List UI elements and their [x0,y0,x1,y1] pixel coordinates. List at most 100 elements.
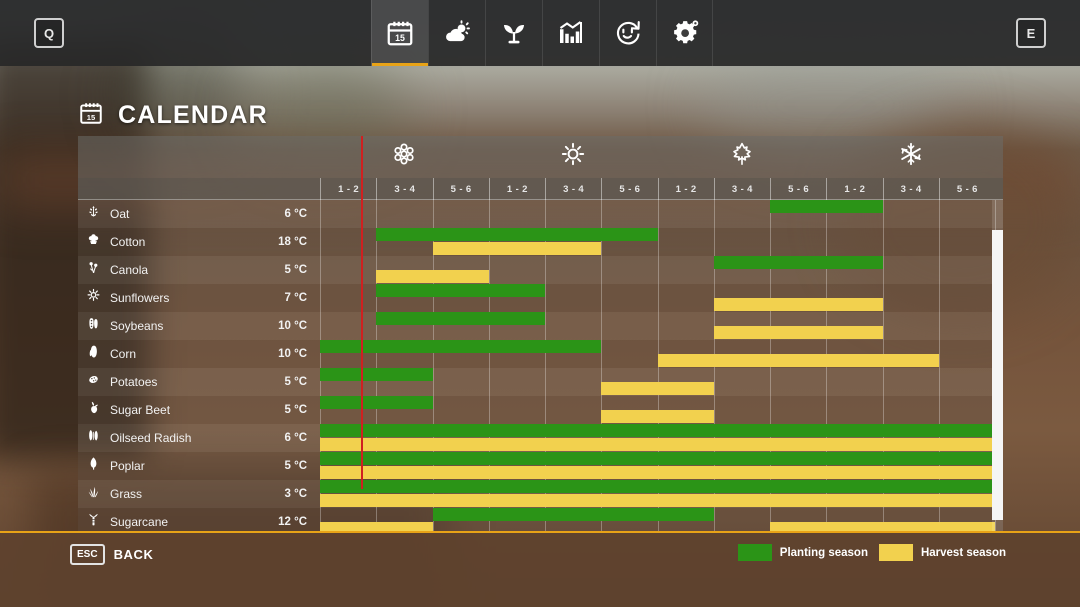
season-track [320,312,996,340]
season-track [320,256,996,284]
crop-min-temperature: 5 °C [284,264,308,276]
table-row[interactable]: Canola 5 °C [78,256,1003,284]
table-row[interactable]: Cotton 18 °C [78,228,1003,256]
tab-calendar[interactable]: 15 [371,0,428,66]
legend-swatch-harvest [878,544,913,561]
bar-chart-icon [556,18,586,48]
harvest-season-bar [713,326,883,339]
crop-min-temperature: 3 °C [284,488,308,500]
season-track [320,368,996,396]
back-button[interactable]: ESC BACK [70,544,154,565]
grid-line [545,284,546,312]
animal-cycle-icon [613,18,643,48]
grid-line [882,368,884,396]
table-row[interactable]: Sunflowers 7 °C [78,284,1003,312]
season-track [320,284,996,312]
crop-min-temperature: 18 °C [278,236,307,248]
planting-season-bar [320,368,433,381]
page-title: CALENDAR [118,101,268,129]
planting-season-bar [320,396,433,409]
grid-line [882,256,884,284]
season-track [320,340,996,368]
grid-line [882,284,884,312]
season-track [320,424,996,452]
grid-line [488,200,490,228]
tab-weather[interactable] [428,0,485,66]
table-row[interactable]: Sugarcane 12 °C [78,508,1003,531]
maple-leaf-icon [729,141,755,172]
table-row[interactable]: Grass 3 °C [78,480,1003,508]
oat-icon [86,204,101,224]
flower-icon [391,141,417,172]
grid-line [938,228,940,256]
gear-icon [670,18,700,48]
crop-name: Soybeans [110,319,164,333]
prev-tab-key-q[interactable]: Q [34,18,64,48]
game-screen: Q E 15 15 CALENDAR 1 - 2 3 - 4 5 - 6 1 -… [0,0,1080,607]
season-track [320,480,996,508]
harvest-season-bar [601,410,714,423]
crop-min-temperature: 5 °C [284,460,308,472]
harvest-season-bar [320,494,995,507]
crop-min-temperature: 10 °C [278,348,307,360]
grid-line [376,200,378,228]
tab-settings[interactable] [656,0,713,66]
cotton-icon [86,232,101,252]
grid-line [713,200,715,228]
period-label: 1 - 2 [826,178,882,200]
table-row[interactable]: Oat 6 °C [78,200,1003,228]
grid-line [826,368,828,396]
crop-name: Oat [110,207,130,221]
planting-season-bar [713,256,883,269]
grid-line [601,284,603,312]
table-row[interactable]: Potatoes 5 °C [78,368,1003,396]
table-row[interactable]: Oilseed Radish 6 °C [78,424,1003,452]
table-row[interactable]: Poplar 5 °C [78,452,1003,480]
canola-icon [86,260,101,280]
grid-line [657,256,659,284]
harvest-season-bar [432,242,602,255]
crop-min-temperature: 6 °C [284,208,308,220]
grid-line [657,284,659,312]
crop-name: Corn [110,347,137,361]
period-label: 5 - 6 [601,178,657,200]
table-row[interactable]: Corn 10 °C [78,340,1003,368]
planting-season-bar [770,200,883,213]
grass-icon [86,484,101,504]
period-label: 3 - 4 [882,178,939,200]
poplar-icon [86,456,101,476]
grid-line [882,396,884,424]
grid-line [713,508,715,531]
grid-line [320,228,321,256]
soybean-icon [86,316,101,336]
current-day-marker [360,136,363,489]
period-label: 5 - 6 [770,178,826,200]
table-row[interactable]: Sugar Beet 5 °C [78,396,1003,424]
scrollbar[interactable] [992,200,1003,531]
page-title-group: 15 CALENDAR [78,100,268,131]
season-track [320,200,996,228]
tab-plants[interactable] [485,0,542,66]
tab-animals[interactable] [599,0,656,66]
scrollbar-thumb[interactable] [992,230,1003,520]
grid-line [545,368,546,396]
harvest-season-bar [320,466,995,479]
harvest-season-bar [320,438,995,451]
crop-min-temperature: 10 °C [278,320,307,332]
calendar-icon: 15 [78,100,104,131]
grid-line [432,396,434,424]
next-tab-key-e[interactable]: E [1016,18,1046,48]
table-row[interactable]: Soybeans 10 °C [78,312,1003,340]
legend: Planting season Harvest season [737,544,1006,561]
crop-name: Canola [110,263,149,277]
grid-line [713,396,715,424]
calendar-panel: 1 - 23 - 45 - 61 - 23 - 45 - 61 - 23 - 4… [78,136,1003,531]
planting-season-bar [376,284,545,297]
grid-line [826,228,828,256]
period-label: 1 - 2 [657,178,714,200]
tab-statistics[interactable] [542,0,599,66]
crop-name: Sugarcane [110,515,169,529]
weather-icon [442,18,472,48]
grid-line [545,396,546,424]
crop-name: Grass [110,487,143,501]
